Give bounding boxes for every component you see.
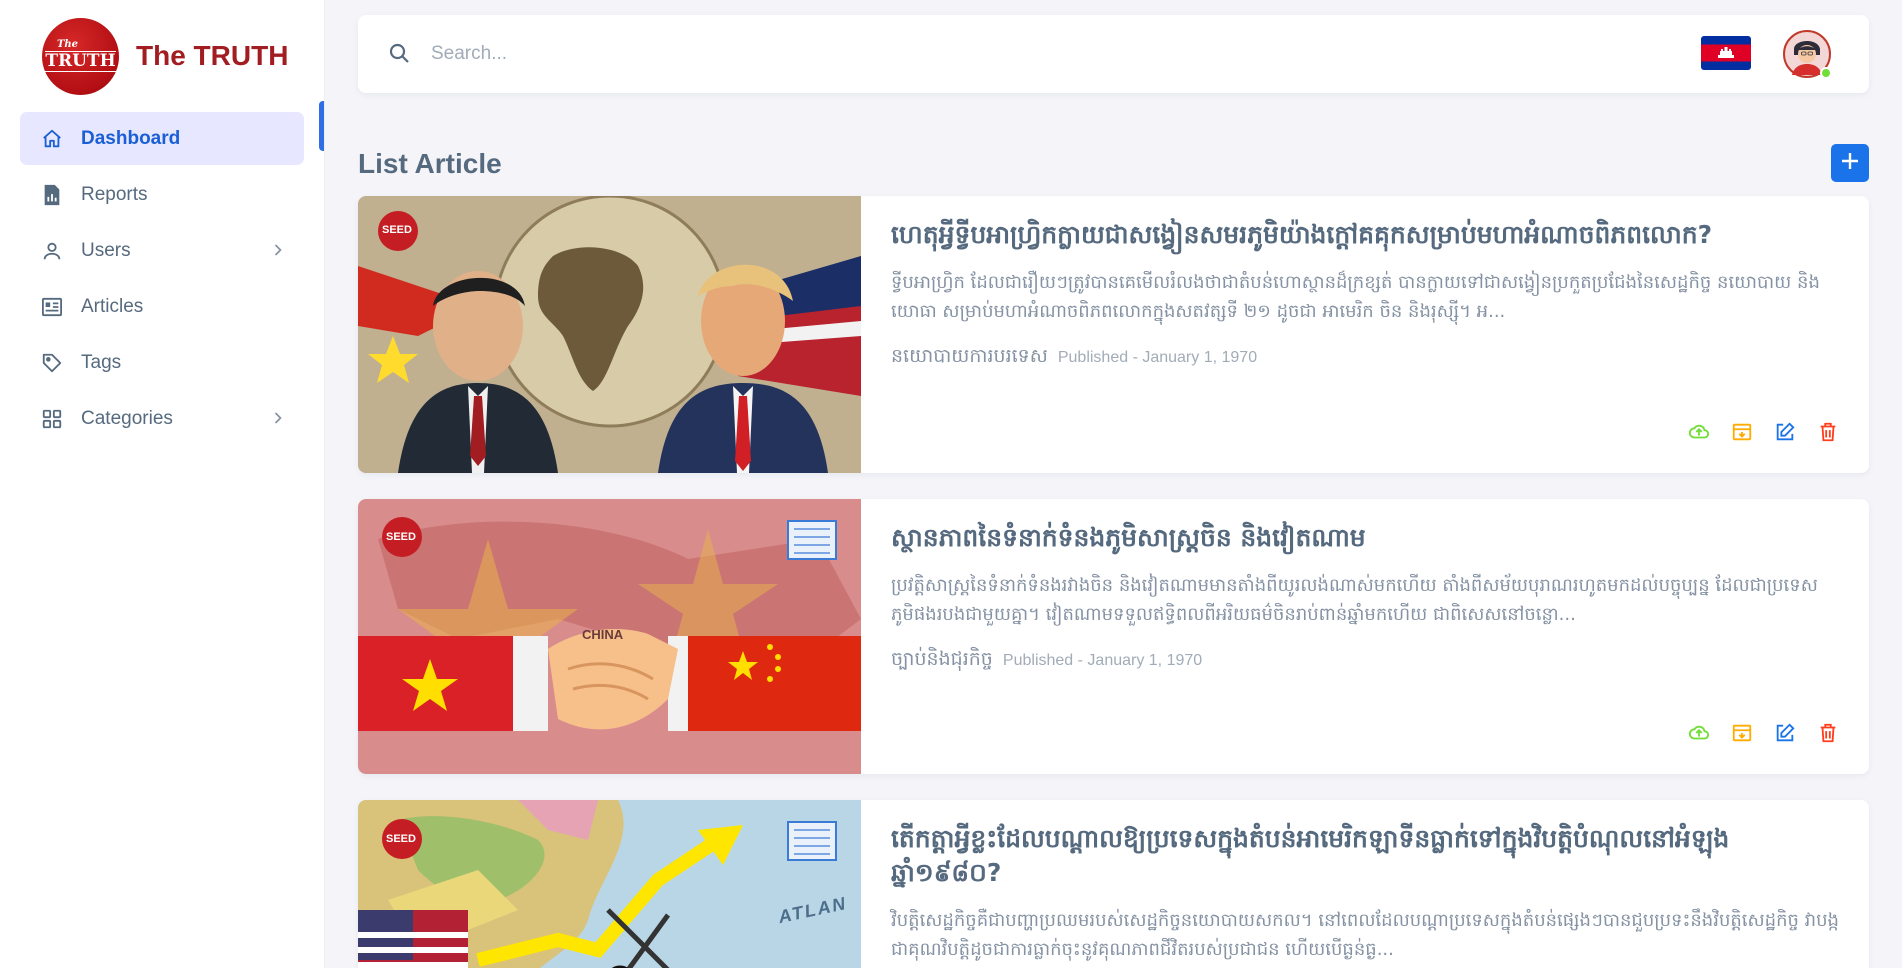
article-icon bbox=[40, 295, 64, 319]
grid-icon bbox=[40, 407, 64, 431]
archive-icon[interactable] bbox=[1731, 722, 1753, 744]
article-title[interactable]: តើកត្តាអ្វីខ្លះដែលបណ្ដាលឱ្យប្រទេសក្នុងតំ… bbox=[891, 822, 1839, 890]
edit-icon[interactable] bbox=[1774, 722, 1796, 744]
sidebar-item-label: Categories bbox=[81, 407, 173, 429]
sidebar-item-categories[interactable]: Categories bbox=[20, 392, 304, 445]
page-title: List Article bbox=[358, 148, 502, 179]
home-icon bbox=[40, 127, 64, 151]
delete-icon[interactable] bbox=[1817, 722, 1839, 744]
article-card: SEED CHINA ស្ថានភាពនៃទំនាក់ទំនងភូមិសាស្ត… bbox=[358, 499, 1869, 774]
article-thumbnail[interactable]: SEED ATLAN bbox=[358, 800, 861, 968]
plus-icon bbox=[1839, 150, 1861, 176]
archive-icon[interactable] bbox=[1731, 421, 1753, 443]
article-thumbnail[interactable]: SEED CHINA bbox=[358, 499, 861, 774]
article-published-date: Published - January 1, 1970 bbox=[1002, 652, 1203, 669]
article-category: នយោបាយការបរទេស bbox=[891, 345, 1048, 367]
chevron-right-icon bbox=[268, 240, 288, 260]
file-report-icon bbox=[40, 183, 64, 207]
article-card: SEED ហេតុអ្វីទ្វីបអាហ្វ្រិកក្លាយជាសង្វៀន… bbox=[358, 196, 1869, 473]
article-description: វិបត្តិសេដ្ឋកិច្ចគឺជាបញ្ហាប្រឈមរបស់សេដ្ឋ… bbox=[891, 910, 1839, 960]
user-icon bbox=[40, 239, 64, 263]
add-article-button[interactable] bbox=[1831, 144, 1869, 182]
language-flag-cambodia[interactable] bbox=[1701, 36, 1751, 70]
search-icon[interactable] bbox=[387, 41, 413, 67]
article-meta: នយោបាយការបរទេស Published - January 1, 19… bbox=[891, 344, 1839, 372]
article-meta: ច្បាប់និងជុរកិច្ច Published - January 1,… bbox=[891, 647, 1839, 675]
active-indicator bbox=[319, 101, 324, 151]
top-navbar bbox=[358, 15, 1869, 93]
sidebar-item-reports[interactable]: Reports bbox=[20, 168, 304, 221]
image-map-label: CHINA bbox=[582, 627, 624, 642]
tag-icon bbox=[40, 351, 64, 375]
article-body: តើកត្តាអ្វីខ្លះដែលបណ្ដាលឱ្យប្រទេសក្នុងតំ… bbox=[891, 822, 1839, 964]
image-badge: SEED bbox=[386, 531, 416, 543]
sidebar-item-label: Dashboard bbox=[81, 127, 181, 149]
sidebar-item-users[interactable]: Users bbox=[20, 224, 304, 277]
article-body: ហេតុអ្វីទ្វីបអាហ្វ្រិកក្លាយជាសង្វៀនសមរភូ… bbox=[891, 218, 1839, 372]
brand-logo: The TRUTH bbox=[42, 17, 119, 95]
sidebar-item-dashboard[interactable]: Dashboard bbox=[20, 112, 304, 165]
publish-cloud-icon[interactable] bbox=[1688, 421, 1710, 443]
edit-icon[interactable] bbox=[1774, 421, 1796, 443]
article-actions bbox=[1688, 722, 1839, 744]
sidebar-item-tags[interactable]: Tags bbox=[20, 336, 304, 389]
brand-logo-big-text: TRUTH bbox=[45, 51, 116, 72]
sidebar-item-label: Reports bbox=[81, 183, 148, 205]
image-badge: SEED bbox=[382, 224, 412, 236]
brand-name: The TRUTH bbox=[136, 40, 289, 71]
image-badge: SEED bbox=[386, 833, 416, 845]
sidebar: The TRUTH The TRUTH Dashboard Reports Us… bbox=[0, 0, 325, 968]
article-description: ប្រវត្តិសាស្ត្រនៃទំនាក់ទំនងរវាងចិន និងវៀ… bbox=[891, 575, 1818, 625]
article-actions bbox=[1688, 421, 1839, 443]
delete-icon[interactable] bbox=[1817, 421, 1839, 443]
online-status-dot bbox=[1820, 67, 1832, 79]
article-title[interactable]: ហេតុអ្វីទ្វីបអាហ្វ្រិកក្លាយជាសង្វៀនសមរភូ… bbox=[891, 218, 1839, 252]
sidebar-menu: Dashboard Reports Users Articles Tags Ca… bbox=[0, 112, 324, 445]
sidebar-item-articles[interactable]: Articles bbox=[20, 280, 304, 333]
publish-cloud-icon[interactable] bbox=[1688, 722, 1710, 744]
brand-logo-small-text: The bbox=[56, 39, 79, 50]
article-category: ច្បាប់និងជុរកិច្ច bbox=[891, 648, 993, 670]
brand[interactable]: The TRUTH The TRUTH bbox=[0, 0, 324, 112]
article-body: ស្ថានភាពនៃទំនាក់ទំនងភូមិសាស្ត្រចិន និងវៀ… bbox=[891, 521, 1839, 675]
sidebar-item-label: Users bbox=[81, 239, 131, 261]
user-avatar[interactable] bbox=[1783, 30, 1832, 79]
chevron-right-icon bbox=[268, 408, 288, 428]
article-published-date: Published - January 1, 1970 bbox=[1057, 349, 1258, 366]
article-title[interactable]: ស្ថានភាពនៃទំនាក់ទំនងភូមិសាស្ត្រចិន និងវៀ… bbox=[891, 521, 1839, 555]
sidebar-item-label: Tags bbox=[81, 351, 122, 373]
article-card: SEED ATLAN តើកត្តាអ្វីខ្លះដែលបណ្ដាលឱ្យប្… bbox=[358, 800, 1869, 968]
search-input[interactable] bbox=[431, 34, 651, 74]
article-thumbnail[interactable]: SEED bbox=[358, 196, 861, 473]
article-description: ទ្វីបអាហ្វ្រិក ដែលជារឿយៗត្រូវបានគេមើលរំល… bbox=[891, 272, 1820, 322]
sidebar-item-label: Articles bbox=[81, 295, 144, 317]
